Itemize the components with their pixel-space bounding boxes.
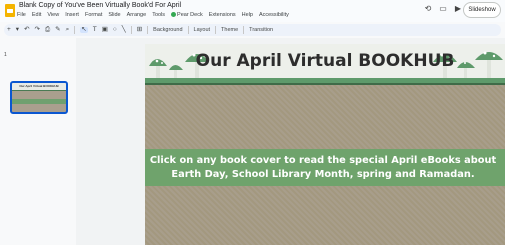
text-box-icon[interactable]: T xyxy=(93,26,97,34)
line-icon[interactable]: ╲ xyxy=(122,26,126,34)
comment-icon[interactable]: ▭ xyxy=(439,4,447,13)
menu-file[interactable]: File xyxy=(17,12,26,18)
title-bar: Blank Copy of You've Been Virtually Book… xyxy=(0,0,505,22)
toolbar-divider xyxy=(215,26,217,34)
slide-thumbnail[interactable]: Our April Virtual BOOKHUB xyxy=(10,81,68,114)
menu-help[interactable]: Help xyxy=(242,12,253,18)
toolbar: + ▾ ↶ ↷ ⎙ ✎ ⌕ ↖ T ▣ ○ ╲ ⊞ Background Lay… xyxy=(4,24,501,36)
toolbar-divider xyxy=(130,26,132,34)
menu-bar: File Edit View Insert Format Slide Arran… xyxy=(17,12,289,18)
new-slide-icon[interactable]: + xyxy=(7,26,11,34)
shape-icon[interactable]: ○ xyxy=(113,26,117,34)
slideshow-button[interactable]: Slideshow xyxy=(463,2,501,18)
menu-pear-deck-label: Pear Deck xyxy=(177,12,203,18)
image-icon[interactable]: ▣ xyxy=(102,26,108,34)
thumbnail-title: Our April Virtual BOOKHUB xyxy=(12,83,66,91)
filmstrip: 1 Our April Virtual BOOKHUB xyxy=(0,38,76,245)
paint-format-icon[interactable]: ✎ xyxy=(55,26,60,34)
print-icon[interactable]: ⎙ xyxy=(45,26,50,34)
menu-extensions[interactable]: Extensions xyxy=(209,12,236,18)
slide-title[interactable]: Our April Virtual BOOKHUB xyxy=(145,51,505,71)
menu-format[interactable]: Format xyxy=(85,12,102,18)
background-button[interactable]: Background xyxy=(153,27,182,33)
toolbar-divider xyxy=(74,26,76,34)
thumbnail-banner xyxy=(12,99,66,104)
menu-pear-deck[interactable]: Pear Deck xyxy=(171,12,203,18)
instruction-banner[interactable]: Click on any book cover to read the spec… xyxy=(145,149,505,186)
toolbar-divider xyxy=(187,26,189,34)
slides-logo-icon[interactable] xyxy=(5,4,15,17)
zoom-icon[interactable]: ⌕ xyxy=(66,26,70,34)
slide-number: 1 xyxy=(4,52,7,58)
video-icon[interactable]: ▶ xyxy=(455,4,461,13)
pear-deck-icon xyxy=(171,12,177,18)
menu-tools[interactable]: Tools xyxy=(152,12,165,18)
redo-icon[interactable]: ↷ xyxy=(35,26,40,34)
banner-line-2: Earth Day, School Library Month, spring … xyxy=(171,168,475,180)
document-title[interactable]: Blank Copy of You've Been Virtually Book… xyxy=(19,2,181,9)
menu-slide[interactable]: Slide xyxy=(108,12,120,18)
menu-arrange[interactable]: Arrange xyxy=(127,12,147,18)
menu-insert[interactable]: Insert xyxy=(65,12,79,18)
toolbar-divider xyxy=(147,26,149,34)
banner-line-1: Click on any book cover to read the spec… xyxy=(149,154,497,166)
comment-add-icon[interactable]: ⊞ xyxy=(137,26,142,34)
select-cursor-icon[interactable]: ↖ xyxy=(80,26,88,34)
menu-edit[interactable]: Edit xyxy=(32,12,41,18)
menu-view[interactable]: View xyxy=(47,12,59,18)
banner-text: Click on any book cover to read the spec… xyxy=(150,154,496,182)
menu-accessibility[interactable]: Accessibility xyxy=(259,12,289,18)
toolbar-divider xyxy=(243,26,245,34)
header-divider xyxy=(145,83,505,85)
top-icons: ⟲ ▭ ▶ xyxy=(425,4,461,13)
undo-icon[interactable]: ↶ xyxy=(24,26,29,34)
layout-button[interactable]: Layout xyxy=(194,27,211,33)
history-icon[interactable]: ⟲ xyxy=(425,4,432,13)
transition-button[interactable]: Transition xyxy=(249,27,273,33)
theme-button[interactable]: Theme xyxy=(221,27,238,33)
chevron-down-icon[interactable]: ▾ xyxy=(16,26,19,34)
slide[interactable]: Our April Virtual BOOKHUB Click on any b… xyxy=(145,44,505,245)
